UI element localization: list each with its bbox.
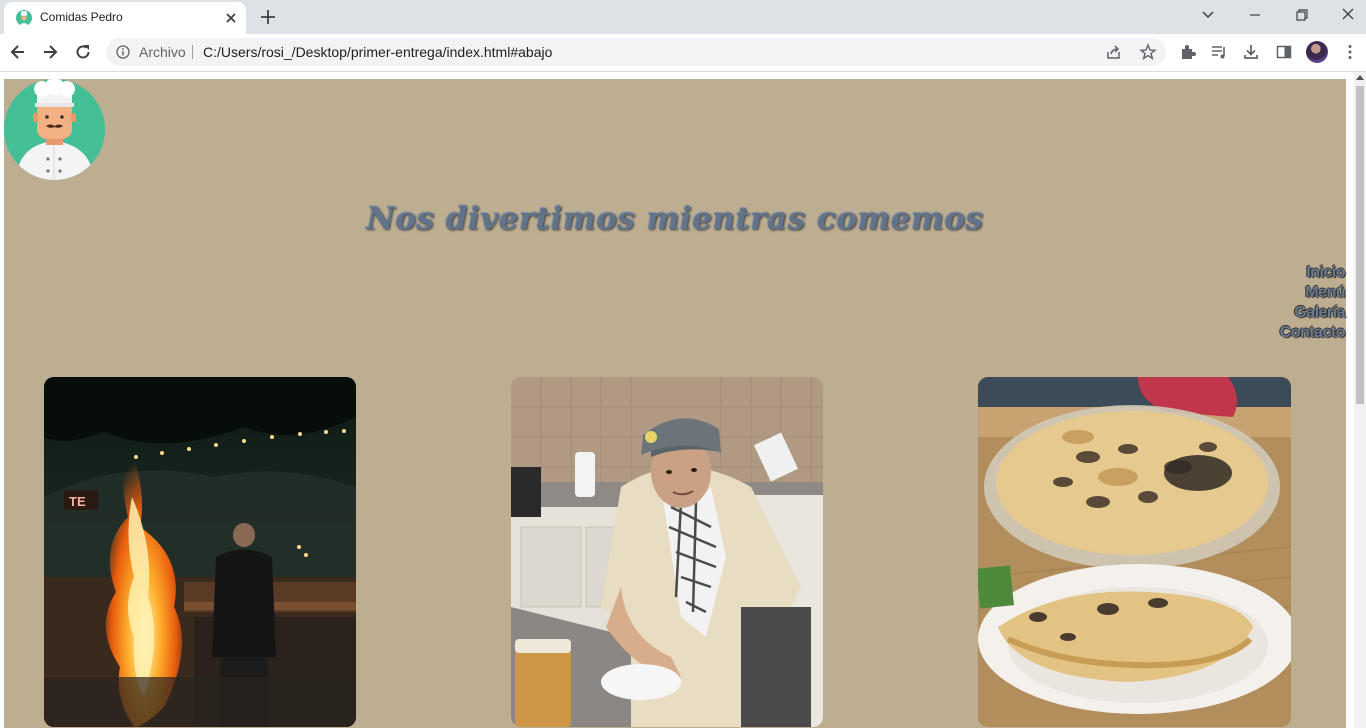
address-separator: [192, 45, 193, 59]
page-viewport: Nos divertimos mientras comemos Inicio M…: [0, 72, 1366, 728]
bookmark-star-icon[interactable]: [1139, 43, 1157, 61]
page-body: Nos divertimos mientras comemos Inicio M…: [4, 79, 1346, 728]
campfire-photo-image: TE: [44, 377, 356, 727]
nav-link-galeria[interactable]: Galería: [1280, 303, 1345, 323]
new-tab-plus-icon[interactable]: [258, 7, 278, 27]
close-window-icon[interactable]: [1336, 4, 1360, 26]
restore-window-icon[interactable]: [1289, 4, 1313, 26]
nav-link-menu[interactable]: Menú: [1280, 283, 1345, 303]
address-url[interactable]: C:/Users/rosi_/Desktop/primer-entrega/in…: [203, 44, 552, 60]
extensions-puzzle-icon[interactable]: [1179, 43, 1197, 61]
chef-favicon-icon: [16, 10, 32, 26]
address-scheme-label: Archivo: [139, 44, 186, 60]
share-icon[interactable]: [1105, 43, 1123, 61]
site-info-icon[interactable]: [116, 45, 130, 59]
back-arrow-icon[interactable]: [8, 42, 28, 62]
chef-logo[interactable]: [4, 79, 105, 180]
gallery-photo-cook: [511, 377, 823, 727]
cook-portrait-photo-image: [511, 377, 823, 727]
gallery-photo-campfire: TE: [44, 377, 356, 727]
reload-icon[interactable]: [73, 42, 93, 62]
forward-arrow-icon[interactable]: [40, 42, 60, 62]
scroll-up-arrow-icon[interactable]: [1356, 75, 1364, 80]
lasagna-photo-image: [978, 377, 1291, 727]
browser-tab[interactable]: Comidas Pedro: [4, 2, 246, 34]
scrollbar-thumb[interactable]: [1356, 86, 1364, 404]
side-panel-icon[interactable]: [1275, 43, 1293, 61]
profile-avatar[interactable]: [1306, 41, 1328, 63]
close-tab-icon[interactable]: [222, 9, 240, 27]
media-queue-icon[interactable]: [1210, 43, 1228, 61]
address-bar[interactable]: Archivo C:/Users/rosi_/Desktop/primer-en…: [106, 38, 1166, 66]
tab-title: Comidas Pedro: [40, 10, 123, 24]
svg-text:TE: TE: [69, 494, 86, 509]
nav-link-contacto[interactable]: Contacto: [1280, 323, 1346, 343]
nav-link-inicio[interactable]: Inicio: [1280, 263, 1345, 283]
gallery-photo-lasagna: [978, 377, 1291, 727]
tab-search-chevron-icon[interactable]: [1196, 4, 1220, 26]
chef-avatar-icon: [4, 79, 105, 180]
page-scrollbar[interactable]: [1354, 72, 1366, 728]
browser-toolbar: Archivo C:/Users/rosi_/Desktop/primer-en…: [0, 34, 1366, 72]
download-icon[interactable]: [1242, 43, 1260, 61]
page-headline: Nos divertimos mientras comemos: [366, 201, 984, 237]
minimize-window-icon[interactable]: [1243, 4, 1267, 26]
browser-menu-kebab-icon[interactable]: [1341, 43, 1359, 61]
browser-tab-strip: Comidas Pedro: [0, 0, 1366, 34]
main-nav: Inicio Menú Galería Contacto: [1280, 263, 1346, 343]
